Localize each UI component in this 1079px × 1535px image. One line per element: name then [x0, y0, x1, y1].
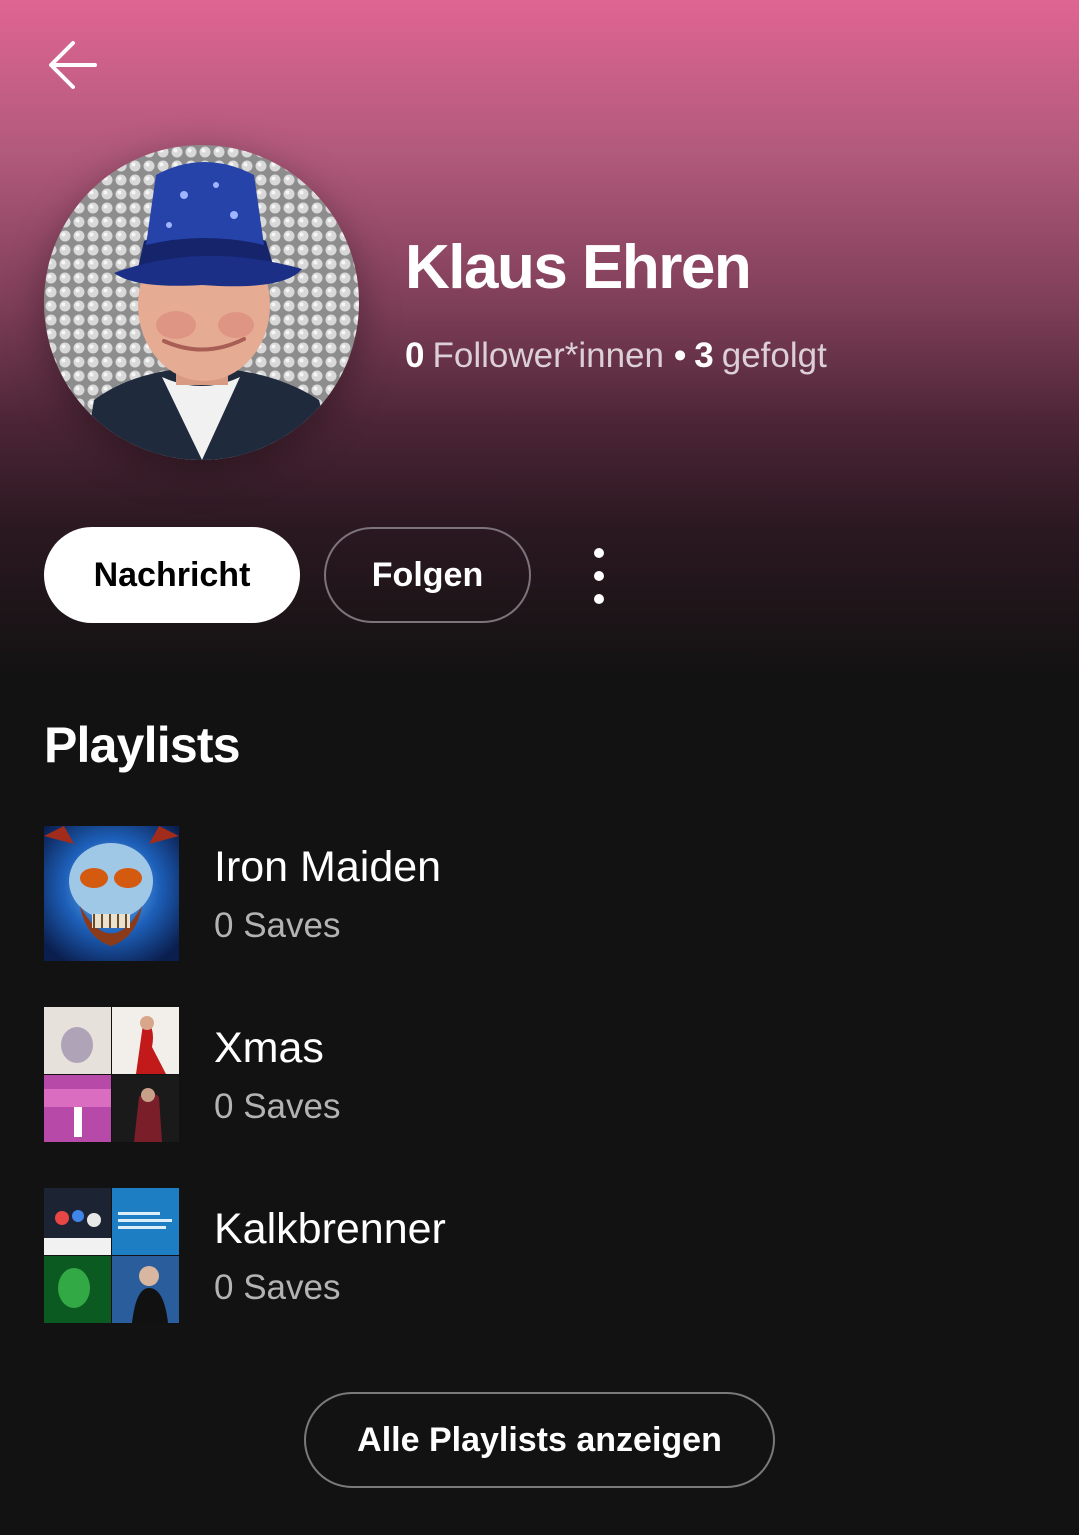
followers-label[interactable]: Follower*innen [432, 336, 664, 376]
profile-name: Klaus Ehren [405, 233, 752, 302]
message-button[interactable]: Nachricht [44, 527, 300, 623]
more-vertical-icon [594, 548, 604, 604]
playlist-name: Kalkbrenner [214, 1205, 446, 1253]
follow-button[interactable]: Folgen [324, 527, 531, 623]
playlists-heading: Playlists [44, 717, 241, 773]
playlist-cover [44, 1007, 179, 1142]
playlist-saves: 0 Saves [214, 906, 341, 945]
playlist-name: Xmas [214, 1024, 324, 1072]
avatar [44, 145, 359, 460]
following-count[interactable]: 3 [694, 336, 713, 376]
show-all-playlists-button[interactable]: Alle Playlists anzeigen [304, 1392, 775, 1488]
playlist-item[interactable]: Kalkbrenner 0 Saves [44, 1188, 1034, 1324]
playlist-saves: 0 Saves [214, 1087, 341, 1126]
playlist-cover [44, 1188, 179, 1323]
arrow-left-icon [49, 41, 97, 89]
followers-count[interactable]: 0 [405, 336, 424, 376]
following-label[interactable]: gefolgt [722, 336, 827, 376]
playlist-item[interactable]: Iron Maiden 0 Saves [44, 826, 1034, 962]
playlist-saves: 0 Saves [214, 1268, 341, 1307]
playlist-name: Iron Maiden [214, 843, 442, 891]
playlist-item[interactable]: Xmas 0 Saves [44, 1007, 1034, 1143]
playlist-cover [44, 826, 179, 961]
back-button[interactable] [36, 28, 110, 102]
profile-stats: 0 Follower*innen • 3 gefolgt [405, 336, 827, 376]
more-options-button[interactable] [575, 545, 623, 607]
stats-separator: • [674, 336, 687, 375]
